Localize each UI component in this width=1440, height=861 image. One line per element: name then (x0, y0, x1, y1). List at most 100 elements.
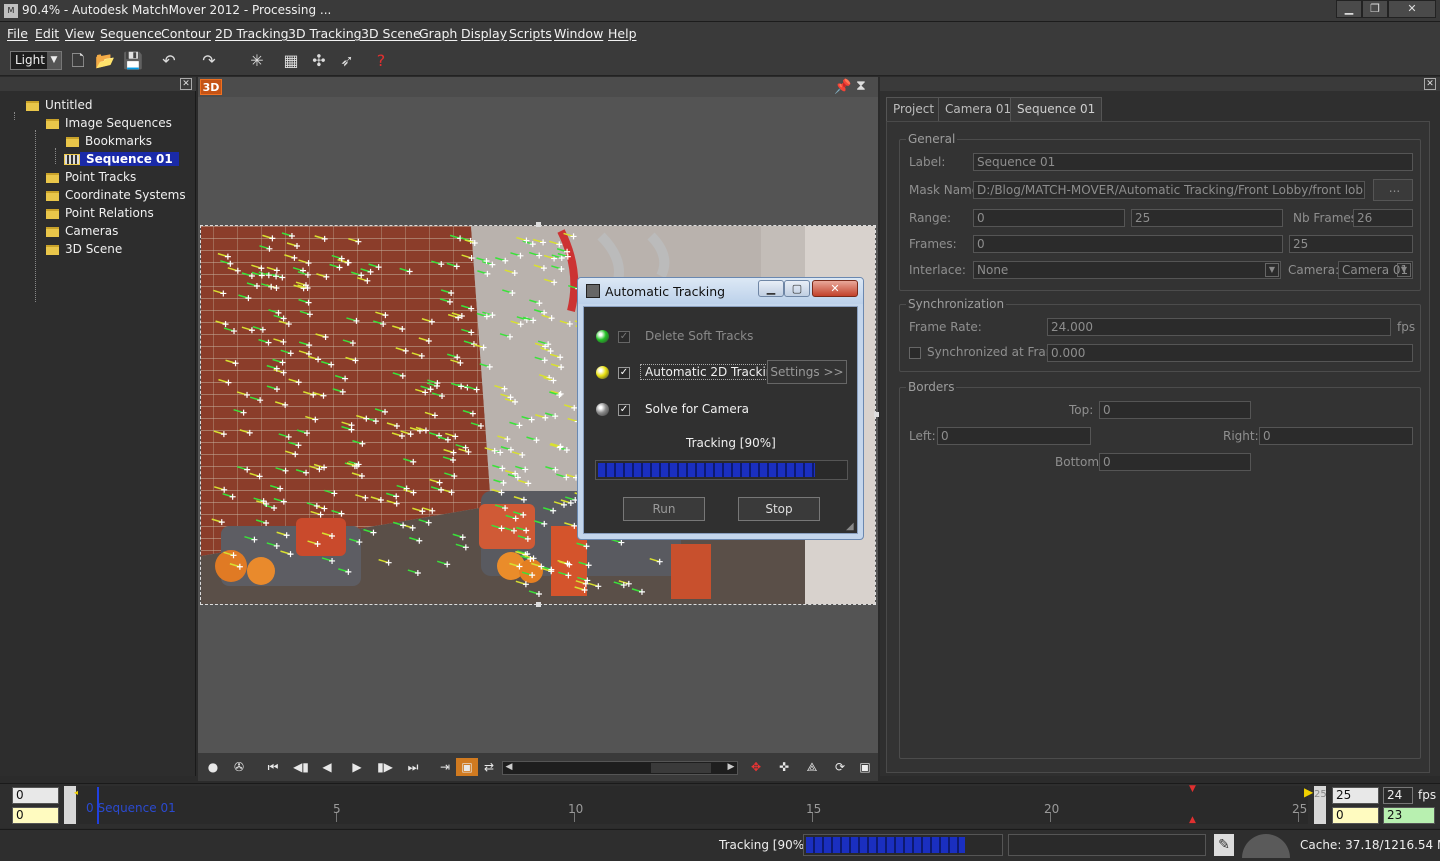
tree-item-3d-scene[interactable]: 3D Scene (0, 241, 196, 259)
solve-for-camera-checkbox[interactable]: ✓ (618, 404, 630, 416)
close-icon[interactable]: ✕ (180, 78, 192, 90)
menu-2d-tracking[interactable]: 2D Tracking (215, 26, 289, 41)
edit-icon[interactable]: ✎ (1214, 834, 1234, 856)
display-mode-icon[interactable]: ▣ (456, 758, 478, 776)
prev-key-icon[interactable]: ◀▮ (290, 758, 312, 776)
tree-item-bookmarks[interactable]: Bookmarks (0, 133, 196, 151)
view-mode-badge[interactable]: 3D (200, 79, 222, 95)
left-field[interactable]: 0 (937, 427, 1091, 445)
browse-button[interactable]: ... (1373, 179, 1413, 201)
play-icon[interactable]: ▶ (346, 758, 368, 776)
maximize-button[interactable]: ❐ (1362, 0, 1388, 18)
current-frame-field[interactable]: 23 (1383, 807, 1435, 824)
pin-icon[interactable]: 📌 (834, 79, 851, 95)
record-icon[interactable]: ● (202, 758, 224, 776)
tree-item-untitled[interactable]: Untitled (0, 97, 196, 115)
minimize-button[interactable]: ▁ (1336, 0, 1362, 18)
tree-item-image-sequences[interactable]: Image Sequences (0, 115, 196, 133)
frames-start-field[interactable]: 0 (973, 235, 1283, 253)
tree-item-cameras[interactable]: Cameras (0, 223, 196, 241)
right-field[interactable]: 0 (1259, 427, 1413, 445)
save-icon[interactable]: 💾 (121, 49, 145, 73)
menu-display[interactable]: Display (461, 26, 507, 41)
settings-button[interactable]: Settings >> (767, 360, 847, 384)
undo-icon[interactable]: ↶ (157, 49, 181, 73)
frames-end-field[interactable]: 25 (1289, 235, 1413, 253)
fullscreen-icon[interactable]: ▣ (854, 758, 876, 776)
delete-soft-tracks-checkbox[interactable]: ✓ (618, 331, 630, 343)
timeline-ruler[interactable] (78, 786, 1308, 824)
interlace-select[interactable]: None ▼ (973, 261, 1281, 279)
keyframe-marker-icon[interactable]: ▼ (1189, 784, 1196, 794)
top-field[interactable]: 0 (1099, 401, 1251, 419)
range-end-marker-icon[interactable]: ▶ (1304, 785, 1313, 799)
menu-scripts[interactable]: Scripts (509, 26, 552, 41)
menu-contour[interactable]: Contour (161, 26, 211, 41)
resize-grip-icon[interactable]: ◢ (846, 521, 854, 532)
scroll-thumb[interactable] (651, 763, 711, 773)
automatic-2d-tracking-checkbox[interactable]: ✓ (618, 367, 630, 379)
menu-window[interactable]: Window (554, 26, 603, 41)
start-frame-field[interactable]: 0 (12, 787, 59, 804)
tree-item-coordinate-systems[interactable]: Coordinate Systems (0, 187, 196, 205)
menu-view[interactable]: View (65, 26, 95, 41)
minimize-button[interactable]: ▁ (758, 280, 784, 297)
keyframe-marker-icon[interactable]: ▲ (1189, 815, 1196, 825)
help-icon[interactable]: ? (369, 49, 393, 73)
end-frame-field[interactable]: 25 (1332, 787, 1379, 804)
tab-camera-01[interactable]: Camera 01 (938, 97, 1019, 121)
menu-help[interactable]: Help (608, 26, 637, 41)
close-button[interactable]: ✕ (812, 280, 858, 297)
tree-item-point-relations[interactable]: Point Relations (0, 205, 196, 223)
stop-button[interactable]: Stop (738, 497, 820, 521)
swap-icon[interactable]: ⇄ (478, 758, 500, 776)
frame-rate-field[interactable]: 24.000 (1047, 318, 1391, 336)
synchronized-checkbox[interactable] (909, 347, 921, 359)
range-start-field[interactable]: 0 (973, 209, 1125, 227)
tab-sequence-01[interactable]: Sequence 01 (1010, 97, 1103, 122)
rotate-icon[interactable]: ⟳ (829, 758, 851, 776)
track-points-icon[interactable]: ✣ (307, 49, 331, 73)
close-icon[interactable]: ✕ (1424, 78, 1436, 90)
bottom-field[interactable]: 0 (1099, 453, 1251, 471)
tab-project[interactable]: Project (886, 97, 942, 121)
pan-icon[interactable]: ✜ (773, 758, 795, 776)
next-key-icon[interactable]: ▮▶ (374, 758, 396, 776)
menu-graph[interactable]: Graph (419, 26, 457, 41)
fit-icon[interactable]: ⇥ (434, 758, 456, 776)
synchronized-frame-field[interactable]: 0.000 (1047, 344, 1413, 362)
camera-select[interactable]: Camera 01 ▼ (1338, 261, 1413, 279)
tree-item-point-tracks[interactable]: Point Tracks (0, 169, 196, 187)
menu-3d-scene[interactable]: 3D Scene (361, 26, 421, 41)
last-frame-icon[interactable]: ⏭ (402, 758, 424, 776)
timeline-end-handle[interactable]: 25 (1314, 786, 1327, 824)
light-select[interactable]: Light ▼ (10, 51, 62, 70)
scroll-left-icon[interactable]: ◀ (503, 762, 515, 774)
solve-icon[interactable]: ➶ (335, 49, 359, 73)
open-folder-icon[interactable]: 📂 (93, 49, 117, 73)
menu-3d-tracking[interactable]: 3D Tracking (288, 26, 362, 41)
first-frame-icon[interactable]: ⏮ (262, 758, 284, 776)
fps-field[interactable]: 24 (1383, 787, 1413, 804)
menu-file[interactable]: File (7, 26, 28, 41)
new-file-icon[interactable]: 🗋 (66, 49, 90, 73)
menu-edit[interactable]: Edit (35, 26, 59, 41)
tree-item-sequence-01[interactable]: Sequence 01 (0, 151, 196, 169)
camera-icon[interactable]: ✇ (228, 758, 250, 776)
range-end-field[interactable]: 25 (1131, 209, 1283, 227)
magic-wand-icon[interactable]: ✳ (245, 49, 269, 73)
scroll-right-icon[interactable]: ▶ (725, 762, 737, 774)
maximize-button[interactable]: ▢ (784, 280, 810, 297)
end-frame-offset-field[interactable]: 0 (1332, 807, 1379, 824)
orbit-icon[interactable]: ⟁ (801, 758, 823, 776)
mask-name-field[interactable]: D:/Blog/MATCH-MOVER/Automatic Tracking/F… (973, 181, 1365, 199)
prev-frame-icon[interactable]: ◀ (316, 758, 338, 776)
start-frame-offset-field[interactable]: 0 (12, 807, 59, 824)
move-icon[interactable]: ✥ (745, 758, 767, 776)
label-field[interactable]: Sequence 01 (973, 153, 1413, 171)
menu-sequence[interactable]: Sequence (100, 26, 162, 41)
close-button[interactable]: ✕ (1388, 0, 1436, 18)
film-strip-icon[interactable]: ▦ (279, 49, 303, 73)
run-button[interactable]: Run (623, 497, 705, 521)
horizontal-scrollbar[interactable]: ◀ ▶ (502, 761, 738, 775)
